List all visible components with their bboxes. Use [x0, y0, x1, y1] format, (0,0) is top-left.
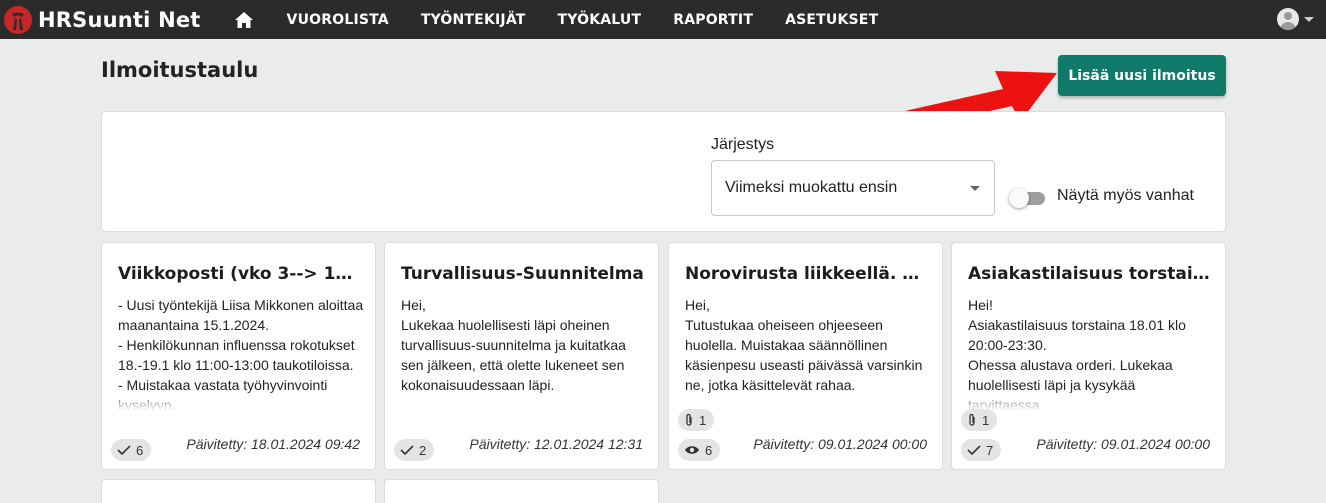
- dropdown-arrow-icon: [970, 186, 980, 191]
- acknowledgement-chip: 7: [961, 439, 1002, 461]
- eye-icon: [685, 446, 699, 454]
- attachment-count: 1: [982, 412, 990, 428]
- paperclip-icon: [686, 413, 692, 426]
- card-title: Norovirusta liikkeellä. Muistakaa käsihy…: [685, 264, 929, 284]
- check-icon: [967, 445, 981, 456]
- nav-item-vuorolista[interactable]: VUOROLISTA: [271, 12, 405, 28]
- card-body: - Uusi työntekijä Liisa Mikkonen aloitta…: [118, 297, 364, 411]
- announcement-card[interactable]: Turvallisuus-Suunnitelma Hei, Lukekaa hu…: [384, 242, 659, 470]
- add-announcement-button[interactable]: Lisää uusi ilmoitus: [1058, 55, 1226, 96]
- views-chip: 6: [678, 439, 721, 461]
- acknowledgement-count: 6: [136, 442, 144, 458]
- nav-item-raportit[interactable]: RAPORTIT: [657, 12, 769, 28]
- sort-select[interactable]: Viimeksi muokattu ensin: [711, 160, 995, 216]
- check-icon: [117, 445, 131, 456]
- card-title: Turvallisuus-Suunnitelma: [401, 264, 644, 284]
- card-body: Hei, Tutustukaa oheiseen ohjeeseen huole…: [685, 295, 931, 411]
- announcement-card[interactable]: Asiakastilaisuus torstaina 18.01 Hei! As…: [951, 242, 1226, 470]
- card-body: Hei, Lukekaa huolellisesti läpi oheinen …: [401, 295, 647, 411]
- sort-select-value: Viimeksi muokattu ensin: [725, 179, 898, 196]
- announcement-card[interactable]: Norovirusta liikkeellä. Muistakaa käsihy…: [668, 242, 943, 470]
- filter-panel: Järjestys Viimeksi muokattu ensin Näytä …: [101, 111, 1226, 232]
- card-updated: Päivitetty: 09.01.2024 00:00: [1036, 436, 1210, 452]
- acknowledgement-chip: 6: [111, 439, 152, 461]
- announcement-card-partial[interactable]: [384, 479, 659, 503]
- attachment-count: 1: [699, 412, 707, 428]
- check-icon: [400, 445, 414, 456]
- attachment-chip: 1: [961, 409, 998, 431]
- attachment-chip: 1: [678, 409, 715, 431]
- chevron-down-icon: [1304, 16, 1314, 22]
- page-title: Ilmoitustaulu: [101, 58, 259, 82]
- user-menu[interactable]: [1277, 8, 1314, 30]
- nav-item-tyontekijat[interactable]: TYÖNTEKIJÄT: [405, 12, 542, 28]
- card-title: Asiakastilaisuus torstaina 18.01: [968, 264, 1212, 284]
- announcement-card-partial[interactable]: [101, 479, 376, 503]
- card-updated: Päivitetty: 09.01.2024 00:00: [753, 436, 927, 452]
- card-title: Viikkoposti (vko 3--> 15..21.1.2024): [118, 264, 362, 284]
- card-updated: Päivitetty: 18.01.2024 09:42: [186, 436, 360, 452]
- account-icon: [1277, 8, 1299, 30]
- top-navigation-bar: HRSuunti Net VUOROLISTA TYÖNTEKIJÄT TYÖK…: [0, 0, 1326, 39]
- brand-logo-icon: [4, 5, 32, 34]
- acknowledgement-count: 7: [986, 442, 994, 458]
- nav-item-tyokalut[interactable]: TYÖKALUT: [542, 12, 658, 28]
- views-count: 6: [705, 442, 713, 458]
- card-updated: Päivitetty: 12.01.2024 12:31: [469, 436, 643, 452]
- show-old-toggle[interactable]: [1009, 188, 1045, 208]
- brand-name: HRSuunti Net: [38, 7, 201, 32]
- home-icon[interactable]: [234, 9, 256, 31]
- show-old-label: Näytä myös vanhat: [1057, 187, 1194, 204]
- acknowledgement-chip: 2: [394, 439, 435, 461]
- card-body: Hei! Asiakastilaisuus torstaina 18.01 kl…: [968, 295, 1214, 411]
- acknowledgement-count: 2: [419, 442, 427, 458]
- announcement-card[interactable]: Viikkoposti (vko 3--> 15..21.1.2024) - U…: [101, 242, 376, 470]
- sort-label: Järjestys: [711, 136, 775, 153]
- paperclip-icon: [969, 413, 975, 426]
- brand[interactable]: HRSuunti Net: [3, 5, 201, 35]
- main-nav: VUOROLISTA TYÖNTEKIJÄT TYÖKALUT RAPORTIT…: [271, 12, 895, 28]
- nav-item-asetukset[interactable]: ASETUKSET: [769, 12, 894, 28]
